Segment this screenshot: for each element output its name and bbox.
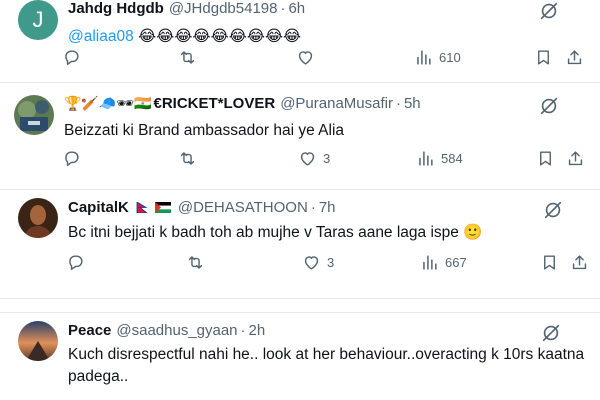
tweet-text-line: padega.. — [68, 368, 129, 385]
name-emojis: 🏆🏏🧢🕶🇮🇳 — [64, 95, 152, 111]
tweet-text: Bc itni bejjati k badh toh ab mujhe v Ta… — [68, 224, 483, 241]
display-name[interactable]: €RICKET*LOVER — [154, 95, 276, 112]
views-button[interactable]: 610 — [414, 48, 461, 67]
emoji-text: 😂😂😂😂😂😂😂😂😂 — [138, 28, 302, 45]
separator-dot: · — [310, 199, 316, 216]
like-button[interactable]: 3 — [302, 253, 334, 272]
grok-icon[interactable] — [538, 95, 560, 117]
separator-dot: · — [280, 0, 286, 17]
bookmark-button[interactable] — [540, 253, 559, 272]
views-button[interactable]: 584 — [416, 149, 463, 168]
share-button[interactable] — [570, 253, 589, 272]
retweet-button[interactable] — [178, 149, 197, 168]
likes-count: 3 — [323, 151, 331, 166]
avatar[interactable]: J — [18, 0, 58, 40]
separator-dot: · — [395, 95, 401, 112]
bookmark-icon — [536, 149, 555, 168]
tweet-header: 🏆🏏🧢🕶🇮🇳 €RICKET*LOVER @PuranaMusafir · 5h — [64, 95, 421, 112]
timestamp[interactable]: 5h — [404, 95, 421, 112]
share-button[interactable] — [565, 48, 584, 67]
views-icon — [420, 253, 439, 272]
share-button[interactable] — [566, 149, 585, 168]
grok-icon[interactable] — [542, 199, 564, 221]
views-count: 610 — [439, 50, 461, 65]
like-icon — [302, 253, 321, 272]
grok-icon[interactable] — [538, 0, 560, 22]
tweet-3[interactable]: CapitalK @DEHASATHOON · 7h Bc itni bejja… — [0, 190, 600, 298]
like-button[interactable] — [296, 48, 315, 67]
share-icon — [570, 253, 589, 272]
retweet-button[interactable] — [178, 48, 197, 67]
retweet-icon — [178, 149, 197, 168]
tweet-header: Jahdg Hdgdb @JHdgdb54198 · 6h — [68, 0, 305, 17]
views-count: 667 — [445, 255, 467, 270]
divider — [0, 298, 600, 299]
tweet-2[interactable]: 🏆🏏🧢🕶🇮🇳 €RICKET*LOVER @PuranaMusafir · 5h… — [0, 83, 600, 189]
bookmark-icon — [540, 253, 559, 272]
avatar[interactable] — [18, 198, 58, 238]
tweet-actions: 3 667 — [0, 253, 600, 277]
tweet-header: CapitalK @DEHASATHOON · 7h — [68, 199, 336, 216]
display-name[interactable]: CapitalK — [68, 199, 129, 216]
timestamp[interactable]: 6h — [288, 0, 305, 17]
retweet-icon — [186, 253, 205, 272]
views-count: 584 — [441, 151, 463, 166]
avatar[interactable] — [18, 321, 58, 361]
like-icon — [298, 149, 317, 168]
separator-dot: · — [240, 322, 246, 339]
retweet-icon — [178, 48, 197, 67]
timestamp[interactable]: 2h — [249, 322, 266, 339]
display-name[interactable]: Peace — [68, 322, 111, 339]
tweet-1[interactable]: J Jahdg Hdgdb @JHdgdb54198 · 6h @aliaa08… — [0, 0, 600, 80]
bookmark-button[interactable] — [536, 149, 555, 168]
reply-button[interactable] — [62, 48, 81, 67]
likes-count: 3 — [327, 255, 335, 270]
user-handle[interactable]: @saadhus_gyaan — [116, 322, 237, 339]
like-icon — [296, 48, 315, 67]
display-name[interactable]: Jahdg Hdgdb — [68, 0, 164, 17]
tweet-text-line: Kuch disrespectful nahi he.. look at her… — [68, 346, 585, 363]
tweet-text: Kuch disrespectful nahi he.. look at her… — [68, 344, 588, 388]
like-button[interactable]: 3 — [298, 149, 330, 168]
views-icon — [416, 149, 435, 168]
timestamp[interactable]: 7h — [319, 199, 336, 216]
tweet-text: @aliaa08 😂😂😂😂😂😂😂😂😂 — [68, 26, 301, 48]
user-handle[interactable]: @DEHASATHOON — [178, 199, 308, 216]
reply-icon — [62, 48, 81, 67]
share-icon — [565, 48, 584, 67]
mention-link[interactable]: @aliaa08 — [68, 28, 134, 45]
tweet-header: Peace @saadhus_gyaan · 2h — [68, 322, 265, 339]
reply-button[interactable] — [66, 253, 85, 272]
tweet-actions: 3 584 — [0, 149, 600, 173]
reply-icon — [62, 149, 81, 168]
retweet-button[interactable] — [186, 253, 205, 272]
views-button[interactable]: 667 — [420, 253, 467, 272]
reply-icon — [66, 253, 85, 272]
user-handle[interactable]: @JHdgdb54198 — [169, 0, 278, 17]
nepal-flag-icon — [136, 202, 148, 213]
user-handle[interactable]: @PuranaMusafir — [280, 95, 393, 112]
reply-button[interactable] — [62, 149, 81, 168]
palestine-flag-icon — [154, 202, 171, 213]
tweet-4[interactable]: Peace @saadhus_gyaan · 2h Kuch disrespec… — [0, 313, 600, 400]
tweet-actions: 610 — [0, 48, 600, 72]
share-icon — [566, 149, 585, 168]
views-icon — [414, 48, 433, 67]
bookmark-icon — [534, 48, 553, 67]
bookmark-button[interactable] — [534, 48, 553, 67]
grok-icon[interactable] — [540, 322, 562, 344]
avatar[interactable] — [14, 95, 54, 135]
tweet-text: Beizzati ki Brand ambassador hai ye Alia — [64, 122, 345, 139]
